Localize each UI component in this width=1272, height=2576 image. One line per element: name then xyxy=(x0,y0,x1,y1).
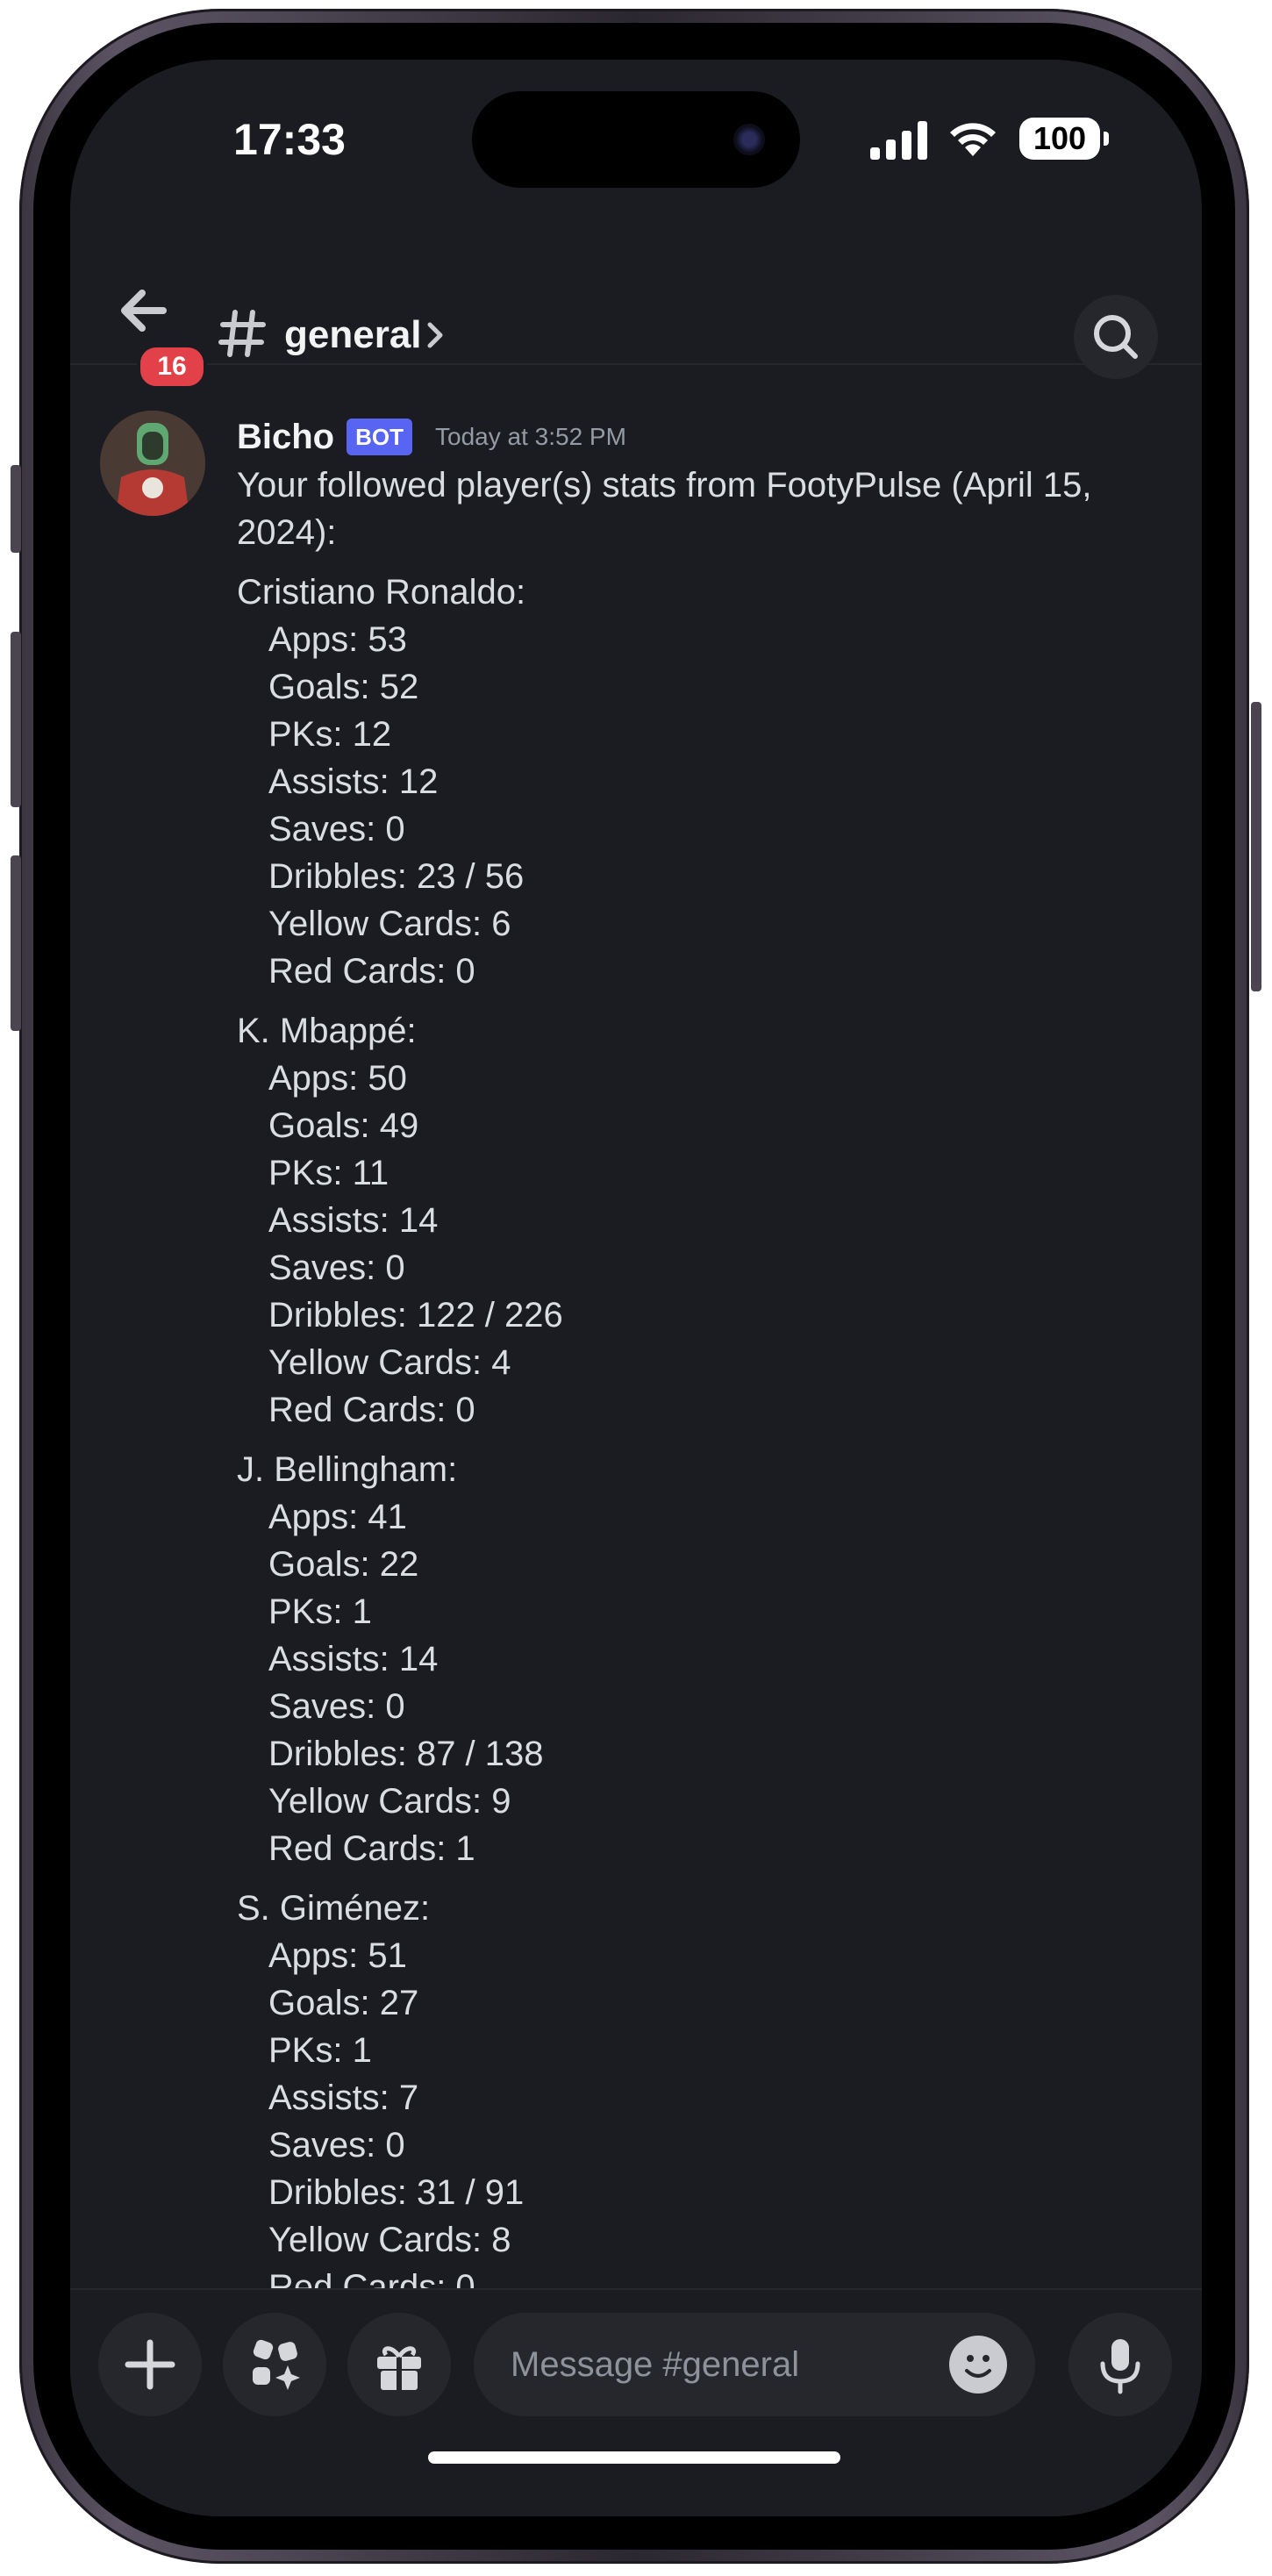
player-stat: Apps: 41 xyxy=(268,1498,407,1536)
camera-icon xyxy=(733,124,765,155)
player-stat: Apps: 51 xyxy=(268,1936,407,1975)
player-stat: Saves: 0 xyxy=(268,2126,405,2165)
player-stat: Assists: 14 xyxy=(268,1640,439,1678)
message-input[interactable]: Message #general xyxy=(474,2313,1035,2416)
player-stat: Saves: 0 xyxy=(268,810,405,848)
avatar-image xyxy=(100,411,205,516)
message: Bicho BOT Today at 3:52 PM Your followed… xyxy=(70,367,1202,2350)
player-stat: Assists: 14 xyxy=(268,1201,439,1240)
player-block: Cristiano Ronaldo: Apps: 53 Goals: 52 PKs: … xyxy=(237,569,1167,995)
player-stat: Saves: 0 xyxy=(268,1249,405,1287)
player-stat: Goals: 52 xyxy=(268,668,419,706)
player-stat: Dribbles: 122 / 226 xyxy=(268,1296,563,1335)
plus-icon xyxy=(125,2339,175,2390)
back-arrow-icon[interactable] xyxy=(111,275,181,346)
player-stat: Dribbles: 23 / 56 xyxy=(268,857,525,896)
channel-header: 16 general xyxy=(70,235,1202,390)
player-stat: Goals: 22 xyxy=(268,1545,419,1584)
action-button xyxy=(11,465,21,553)
player-block: S. Giménez: Apps: 51 Goals: 27 PKs: 1 Assist… xyxy=(237,1885,1167,2311)
player-stat: Yellow Cards: 9 xyxy=(268,1782,511,1821)
player-stat: Yellow Cards: 8 xyxy=(268,2221,511,2259)
player-stat: PKs: 11 xyxy=(268,1154,389,1192)
player-stat: Assists: 7 xyxy=(268,2079,419,2117)
player-stat: Red Cards: 0 xyxy=(268,952,475,991)
emoji-button[interactable] xyxy=(949,2336,1007,2394)
gift-icon xyxy=(377,2346,421,2390)
voice-message-button[interactable] xyxy=(1068,2313,1172,2416)
player-block: J. Bellingham: Apps: 41 Goals: 22 PKs: 1 Ass… xyxy=(237,1446,1167,1872)
message-intro: Your followed player(s) stats from Footy… xyxy=(237,466,1092,552)
dynamic-island xyxy=(472,91,800,188)
player-stat: Apps: 50 xyxy=(268,1059,407,1098)
battery-indicator: 100 xyxy=(1019,118,1100,160)
chevron-right-icon[interactable] xyxy=(423,316,449,354)
player-stat: Saves: 0 xyxy=(268,1687,405,1726)
battery-tip xyxy=(1104,132,1109,146)
message-composer: Message #general xyxy=(70,2288,1202,2516)
player-stat: Goals: 49 xyxy=(268,1106,419,1145)
player-stat: Goals: 27 xyxy=(268,1984,419,2022)
smiley-icon xyxy=(965,2355,991,2378)
player-stat: Red Cards: 1 xyxy=(268,1829,475,1868)
player-stat: Apps: 53 xyxy=(268,620,407,659)
message-input-placeholder: Message #general xyxy=(511,2345,800,2384)
add-attachment-button[interactable] xyxy=(98,2313,202,2416)
gift-button[interactable] xyxy=(347,2313,451,2416)
player-stat: Yellow Cards: 6 xyxy=(268,905,511,943)
microphone-icon xyxy=(1100,2339,1140,2394)
player-stat: Red Cards: 0 xyxy=(268,1391,475,1429)
message-content: Your followed player(s) stats from Footy… xyxy=(237,462,1167,2311)
home-indicator[interactable] xyxy=(428,2451,840,2464)
volume-up-button xyxy=(11,632,21,807)
player-name: S. Giménez: xyxy=(237,1889,431,1928)
channel-name[interactable]: general xyxy=(284,309,422,361)
status-icons: 100 xyxy=(870,112,1133,165)
player-stat: Dribbles: 87 / 138 xyxy=(268,1735,544,1773)
player-stat: PKs: 1 xyxy=(268,1592,372,1631)
timestamp: Today at 3:52 PM xyxy=(435,423,626,450)
player-name: K. Mbappé: xyxy=(237,1012,417,1050)
avatar[interactable] xyxy=(100,411,205,516)
player-stat: Assists: 12 xyxy=(268,762,439,801)
apps-icon xyxy=(253,2339,300,2390)
volume-down-button xyxy=(11,855,21,1031)
bot-tag: BOT xyxy=(347,419,413,455)
hashtag-icon xyxy=(218,310,266,357)
player-stat: PKs: 1 xyxy=(268,2031,372,2070)
power-button xyxy=(1251,702,1261,991)
player-stat: Yellow Cards: 4 xyxy=(268,1343,511,1382)
apps-button[interactable] xyxy=(223,2313,326,2416)
player-name: Cristiano Ronaldo: xyxy=(237,573,526,612)
player-list: Cristiano Ronaldo: Apps: 53 Goals: 52 PKs: … xyxy=(237,569,1167,2311)
screen: 17:33 100 16 general Bicho BOT Today at … xyxy=(70,60,1202,2516)
player-stat: PKs: 12 xyxy=(268,715,392,754)
status-time: 17:33 xyxy=(233,115,346,164)
username[interactable]: Bicho xyxy=(237,418,334,457)
player-block: K. Mbappé: Apps: 50 Goals: 49 PKs: 11 Assist… xyxy=(237,1007,1167,1434)
message-header: Bicho BOT Today at 3:52 PM xyxy=(237,412,626,462)
player-stat: Dribbles: 31 / 91 xyxy=(268,2173,525,2212)
player-name: J. Bellingham: xyxy=(237,1450,458,1489)
wifi-icon xyxy=(950,123,996,156)
signal-icon xyxy=(870,121,927,160)
